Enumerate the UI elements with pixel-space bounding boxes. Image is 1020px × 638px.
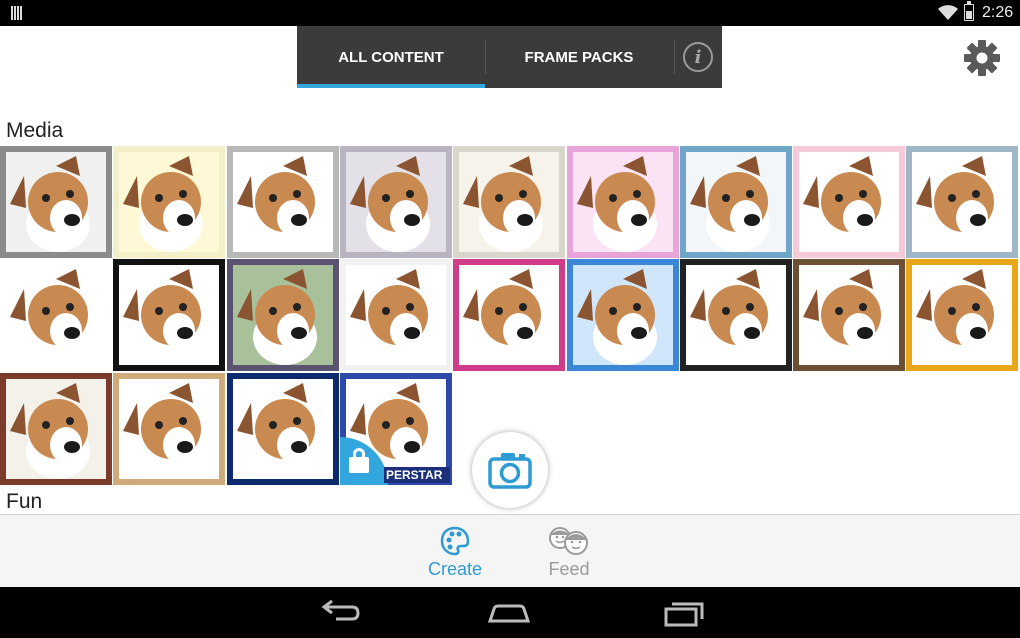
media-thumbnail-pink-stripes[interactable] [793, 146, 905, 258]
camera-button[interactable] [472, 432, 548, 508]
back-icon[interactable] [314, 597, 364, 629]
nav-create-label: Create [427, 559, 483, 579]
media-thumbnail-green-purple-vignette[interactable] [227, 259, 339, 371]
status-bar: 2:26 [0, 0, 1020, 26]
content-tab-bar: ALL CONTENT FRAME PACKS i [297, 26, 722, 88]
tab-label: FRAME PACKS [524, 48, 634, 66]
camera-icon [488, 453, 532, 489]
status-time: 2:26 [982, 4, 1014, 21]
media-thumbnail-pink-glitter-frame[interactable] [453, 259, 565, 371]
gear-icon[interactable] [962, 38, 1002, 78]
faces-icon [549, 527, 588, 555]
tab-all-content[interactable]: ALL CONTENT [297, 26, 485, 88]
media-thumbnail-retro-tv[interactable] [906, 259, 1018, 371]
media-thumbnail-grunge[interactable] [0, 146, 112, 258]
thumbnail-caption: PERSTAR [384, 467, 450, 483]
nav-feed-label: Feed [548, 559, 590, 579]
nav-create[interactable]: Create [410, 515, 500, 588]
system-navigation-bar [0, 587, 1020, 638]
home-icon[interactable] [484, 597, 534, 629]
media-thumbnail-sepia-vignette[interactable] [453, 146, 565, 258]
media-thumbnail-rainbow-bokeh[interactable] [567, 146, 679, 258]
tab-frame-packs[interactable]: FRAME PACKS [485, 26, 673, 88]
media-thumbnail-postcard[interactable] [113, 373, 225, 485]
lock-icon [349, 448, 369, 473]
media-thumbnail-film-strip[interactable] [680, 259, 792, 371]
media-thumbnail-page-curl[interactable] [227, 146, 339, 258]
media-thumbnail-vintage-yellow[interactable] [113, 146, 225, 258]
media-thumbnail-paint-drip[interactable] [680, 146, 792, 258]
media-thumbnail-plain-white[interactable] [0, 259, 112, 371]
section-title-media: Media [6, 119, 64, 142]
media-thumbnail-superstar[interactable]: PERSTAR [340, 373, 452, 485]
media-thumbnail-book-cover[interactable] [0, 373, 112, 485]
palette-icon [440, 526, 470, 556]
nav-feed[interactable]: Feed [524, 515, 614, 588]
recent-apps-icon[interactable] [658, 597, 708, 629]
media-thumbnail-black-torn-border[interactable] [113, 259, 225, 371]
info-icon[interactable]: i [683, 42, 713, 72]
media-thumbnail-held-photo[interactable] [793, 259, 905, 371]
media-thumbnail-blue-bokeh[interactable] [567, 259, 679, 371]
battery-icon [964, 1, 974, 21]
notification-icon [11, 6, 25, 20]
media-thumbnail-goldfish[interactable] [340, 259, 452, 371]
section-title-fun: Fun [6, 490, 43, 513]
media-thumbnail-breaking-news[interactable] [227, 373, 339, 485]
media-thumbnail-blue-frame[interactable] [906, 146, 1018, 258]
bottom-navigation: Create Feed [0, 514, 1020, 587]
wifi-icon [938, 5, 958, 20]
tab-label: ALL CONTENT [338, 48, 444, 66]
media-thumbnail-sketch-purple[interactable] [340, 146, 452, 258]
tab-divider [674, 40, 675, 74]
